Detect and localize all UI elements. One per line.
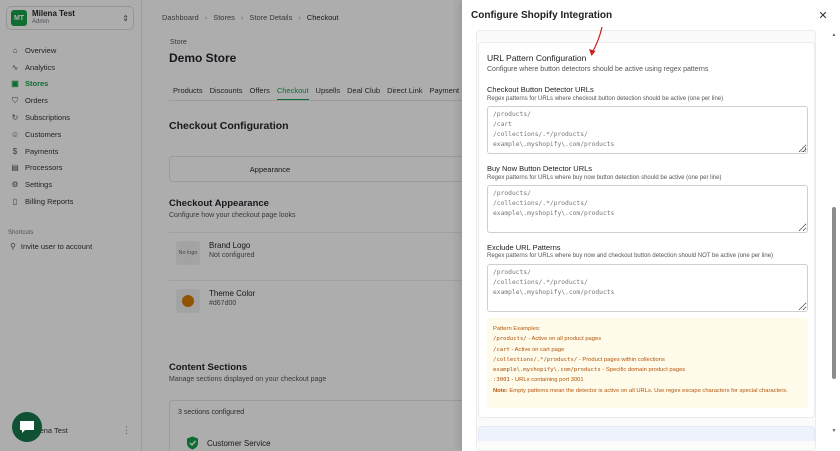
modal-header: Configure Shopify Integration ✕: [462, 0, 840, 30]
note-text: Empty patterns mean the detector is acti…: [507, 387, 788, 394]
scroll-up-icon[interactable]: ▲: [831, 32, 837, 38]
example-row: /products/ - Active on all product pages: [493, 334, 802, 344]
exclude-patterns-help: Regex patterns for URLs where buy now an…: [487, 253, 774, 259]
example-row: /collections/.*/products/ - Product page…: [493, 355, 802, 365]
buynow-detector-help: Regex patterns for URLs where buy now bu…: [487, 175, 722, 181]
example-code: /cart: [493, 346, 510, 353]
checkout-detector-label: Checkout Button Detector URLs: [487, 85, 594, 94]
checkout-detector-help: Regex patterns for URLs where checkout b…: [487, 96, 724, 102]
examples-list: /products/ - Active on all product pages…: [493, 334, 802, 385]
example-desc: - Specific domain product pages: [600, 367, 686, 374]
example-desc: - URLs containing port 3001: [509, 377, 584, 384]
chat-button[interactable]: [12, 412, 42, 442]
annotation-arrow-icon: [589, 26, 603, 56]
shopify-integration-modal: Configure Shopify Integration ✕ ▲ ▼ URL …: [462, 0, 840, 451]
url-config-title: URL Pattern Configuration: [487, 53, 587, 63]
buynow-detector-label: Buy Now Button Detector URLs: [487, 164, 593, 173]
modal-scrollbar[interactable]: ▲ ▼: [830, 32, 838, 436]
example-row: :3001 - URLs containing port 3001: [493, 375, 802, 385]
checkout-detector-urls-input[interactable]: /products/ /cart /collections/.*/product…: [487, 106, 808, 154]
example-desc: - Active on all product pages: [526, 336, 602, 343]
note-label: Note:: [493, 387, 508, 394]
next-section-card: [478, 426, 815, 441]
resize-handle-icon[interactable]: [801, 147, 806, 152]
example-desc: - Product pages within collections: [577, 356, 665, 363]
example-code: /collections/.*/products/: [493, 356, 578, 363]
scrollbar-thumb[interactable]: [832, 207, 836, 379]
modal-title: Configure Shopify Integration: [471, 10, 613, 21]
examples-note: Note: Empty patterns mean the detector i…: [493, 387, 802, 395]
example-code: :3001: [493, 377, 510, 384]
chat-icon: [20, 421, 34, 433]
exclude-patterns-label: Exclude URL Patterns: [487, 243, 561, 252]
example-desc: - Active on cart page: [509, 346, 565, 353]
example-row: example\.myshopify\.com/products - Speci…: [493, 365, 802, 375]
scroll-down-icon[interactable]: ▼: [831, 428, 837, 434]
buynow-detector-urls-input[interactable]: /products/ /collections/.*/products/ exa…: [487, 185, 808, 233]
pattern-examples-box: Pattern Examples: /products/ - Active on…: [487, 318, 808, 408]
close-icon[interactable]: ✕: [816, 8, 830, 22]
example-code: /products/: [493, 336, 527, 343]
example-row: /cart - Active on cart page: [493, 345, 802, 355]
example-code: example\.myshopify\.com/products: [493, 367, 601, 374]
examples-title: Pattern Examples:: [493, 326, 541, 332]
exclude-patterns-input[interactable]: /products/ /collections/.*/products/ exa…: [487, 264, 808, 312]
url-config-subtitle: Configure where button detectors should …: [487, 66, 709, 73]
